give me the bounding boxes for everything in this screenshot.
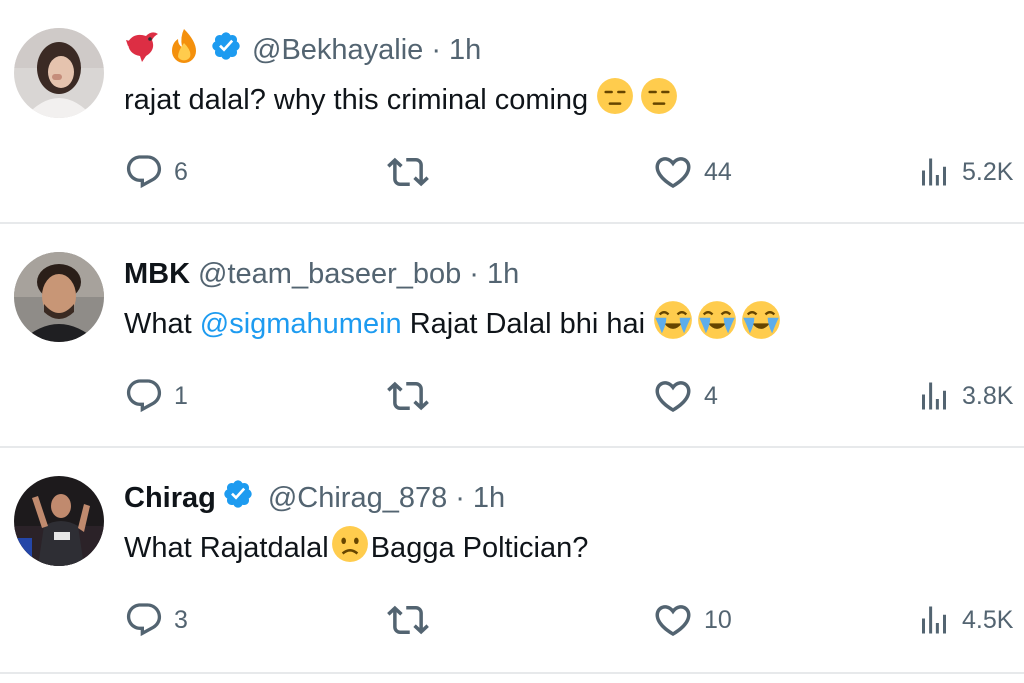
author-handle[interactable]: @Chirag_878 [268, 482, 447, 515]
author-name[interactable]: MBK [124, 258, 190, 291]
reply-button[interactable]: 6 [124, 150, 188, 194]
views-count: 5.2K [962, 157, 1014, 186]
views-icon [916, 154, 952, 190]
heart-icon [652, 375, 694, 417]
views-count: 4.5K [962, 605, 1014, 634]
like-button[interactable]: 10 [652, 598, 732, 642]
bird-emoji [124, 28, 162, 72]
reply-icon [124, 600, 164, 640]
tweet-text: What Rajatdalal Bagga Poltician? [124, 524, 588, 572]
like-button[interactable]: 4 [652, 374, 718, 418]
tweet-item[interactable]: Chirag @Chirag_878 · 1h What Rajatdalal … [0, 448, 1024, 674]
tweet-text-before: What [124, 307, 200, 340]
tweet-actions: 6 44 5.2K [0, 150, 1024, 194]
retweet-button[interactable] [387, 598, 439, 642]
like-button[interactable]: 44 [652, 150, 732, 194]
tweet-header: MBK @team_baseer_bob · 1h [124, 252, 519, 296]
expressionless-face-emoji [596, 77, 634, 123]
reply-button[interactable]: 1 [124, 374, 188, 418]
retweet-icon [387, 599, 429, 641]
tweet-text-after: Bagga Poltician? [370, 531, 589, 564]
tweet-text-after: Rajat Dalal bhi hai [401, 307, 654, 340]
views-icon [916, 378, 952, 414]
frowning-face-emoji [331, 525, 369, 571]
tweet-text: rajat dalal? why this criminal coming [124, 76, 678, 124]
reply-count: 6 [174, 157, 188, 186]
reply-icon [124, 152, 164, 192]
expressionless-face-emoji [640, 77, 678, 123]
tweet-text-before: What Rajatdalal [124, 531, 329, 564]
tweet-timestamp[interactable]: 1h [449, 34, 481, 67]
separator-dot: · [431, 33, 441, 66]
like-count: 4 [704, 381, 718, 410]
avatar[interactable] [14, 252, 104, 342]
fire-emoji [166, 27, 202, 73]
author-handle[interactable]: @Bekhayalie [252, 34, 423, 67]
retweet-icon [387, 375, 429, 417]
separator-dot: · [469, 257, 479, 290]
tweet-item[interactable]: MBK @team_baseer_bob · 1h What @sigmahum… [0, 224, 1024, 448]
tweet-text: What @sigmahumein Rajat Dalal bhi hai [124, 300, 781, 348]
separator-dot: · [455, 481, 465, 514]
retweet-button[interactable] [387, 374, 439, 418]
loudly-crying-face-emoji [697, 300, 737, 348]
tweet-header: Chirag @Chirag_878 · 1h [124, 476, 505, 520]
like-count: 10 [704, 605, 732, 634]
tweet-actions: 3 10 4.5K [0, 598, 1024, 642]
reply-count: 3 [174, 605, 188, 634]
author-handle[interactable]: @team_baseer_bob [198, 258, 461, 291]
views-button[interactable]: 3.8K [916, 374, 1013, 418]
verified-badge-icon [210, 30, 242, 70]
tweet-header: @Bekhayalie · 1h [124, 28, 481, 72]
views-count: 3.8K [962, 381, 1014, 410]
loudly-crying-face-emoji [741, 300, 781, 348]
mention-link[interactable]: @sigmahumein [200, 308, 402, 341]
heart-icon [652, 599, 694, 641]
loudly-crying-face-emoji [653, 300, 693, 348]
tweet-actions: 1 4 3.8K [0, 374, 1024, 418]
author-name[interactable]: Chirag [124, 482, 216, 515]
avatar[interactable] [14, 476, 104, 566]
tweet-timestamp[interactable]: 1h [487, 258, 519, 291]
reply-button[interactable]: 3 [124, 598, 188, 642]
retweet-icon [387, 151, 429, 193]
like-count: 44 [704, 157, 732, 186]
reply-icon [124, 376, 164, 416]
avatar[interactable] [14, 28, 104, 118]
tweet-timestamp[interactable]: 1h [473, 482, 505, 515]
views-button[interactable]: 5.2K [916, 150, 1013, 194]
verified-badge-icon [222, 478, 254, 518]
tweet-text-content: rajat dalal? why this criminal coming [124, 83, 597, 116]
retweet-button[interactable] [387, 150, 439, 194]
views-icon [916, 602, 952, 638]
reply-count: 1 [174, 381, 188, 410]
heart-icon [652, 151, 694, 193]
views-button[interactable]: 4.5K [916, 598, 1013, 642]
tweet-item[interactable]: @Bekhayalie · 1h rajat dalal? why this c… [0, 0, 1024, 224]
